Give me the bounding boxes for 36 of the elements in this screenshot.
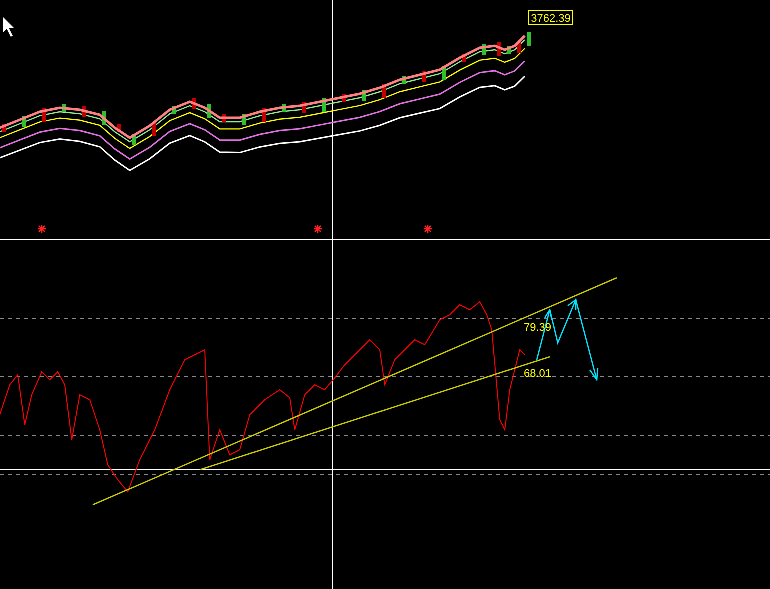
candlestick xyxy=(382,84,386,98)
candlestick xyxy=(207,104,211,118)
candlestick xyxy=(117,124,121,132)
candlestick xyxy=(282,104,286,112)
candlestick xyxy=(2,124,6,132)
candlestick xyxy=(152,122,156,136)
signal-marker-icon xyxy=(313,224,323,234)
price-tag: 3762.39 xyxy=(528,10,574,26)
candlestick xyxy=(222,114,226,122)
signal-marker-icon xyxy=(423,224,433,234)
candlestick xyxy=(527,32,531,46)
candlestick xyxy=(172,106,176,114)
candlestick xyxy=(192,98,196,109)
candlestick xyxy=(62,104,66,112)
candlestick xyxy=(507,46,511,54)
candlestick xyxy=(497,42,501,56)
candlestick xyxy=(402,76,406,84)
candlestick xyxy=(362,90,366,101)
candlestick xyxy=(22,116,26,127)
candlestick xyxy=(102,111,106,125)
candlestick xyxy=(462,54,466,62)
candlestick xyxy=(82,106,86,117)
mouse-cursor-icon xyxy=(3,17,14,37)
candlestick xyxy=(132,134,136,145)
level-label: 68.01 xyxy=(524,368,552,380)
candlestick xyxy=(322,98,326,112)
candlestick xyxy=(482,44,486,55)
candlestick xyxy=(42,108,46,122)
candlestick xyxy=(342,94,346,102)
candlestick xyxy=(422,71,426,82)
candlestick xyxy=(262,108,266,122)
candlestick xyxy=(517,42,521,53)
candlestick xyxy=(302,102,306,113)
candlestick xyxy=(242,114,246,125)
signal-marker-icon xyxy=(37,224,47,234)
candlestick xyxy=(442,66,446,80)
